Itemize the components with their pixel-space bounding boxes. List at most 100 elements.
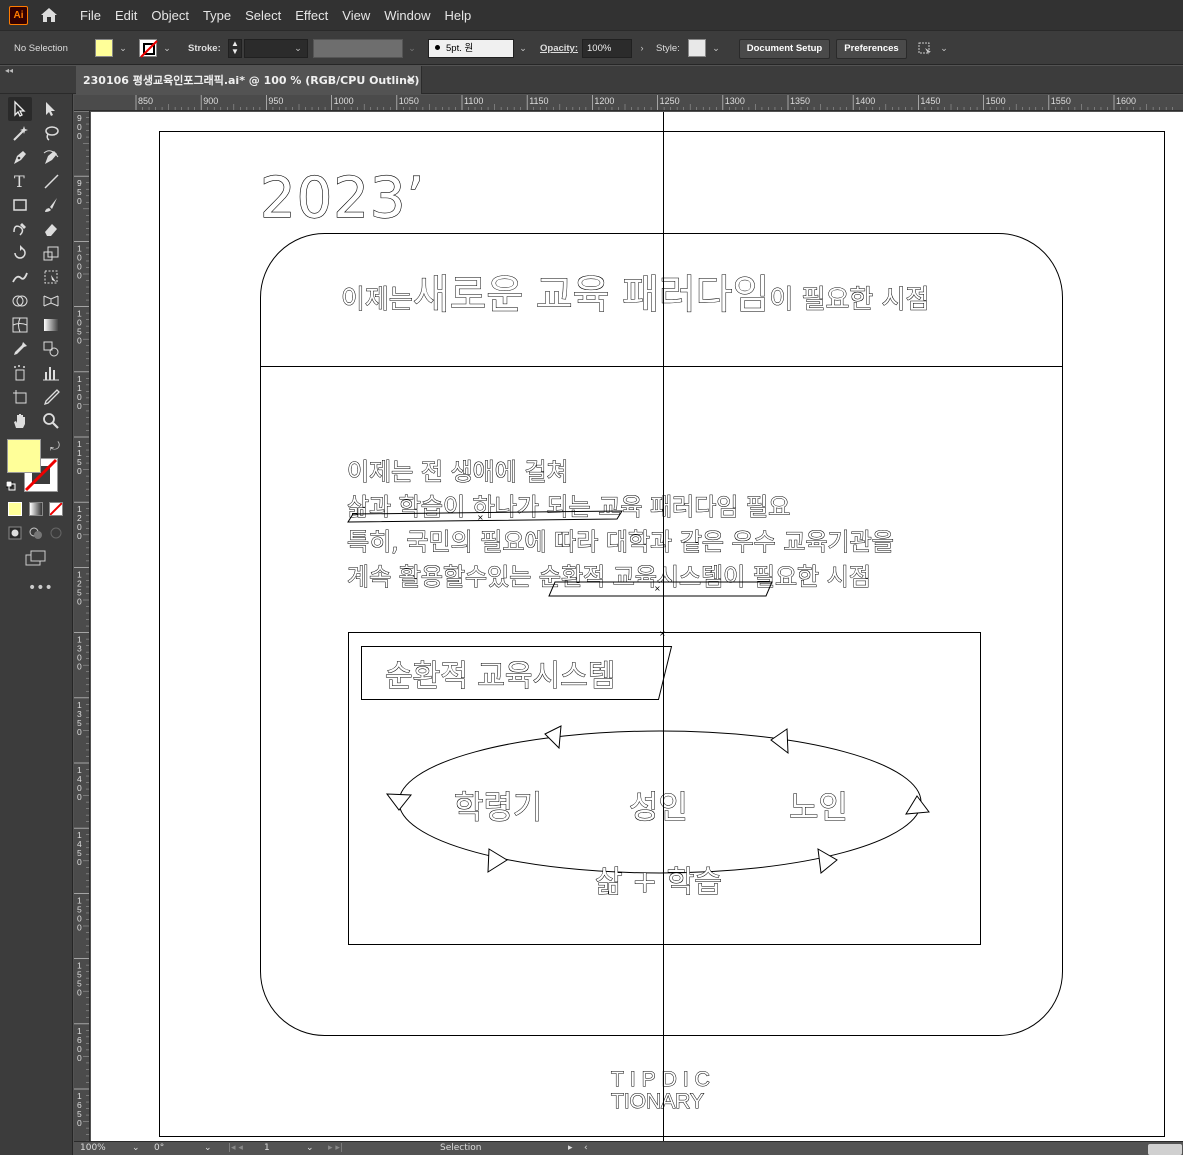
menu-object[interactable]: Object (151, 8, 189, 23)
lasso-tool-icon[interactable] (39, 121, 63, 145)
slice-tool-icon[interactable] (39, 385, 63, 409)
menu-file[interactable]: File (80, 8, 101, 23)
arrange-chevron-icon[interactable]: ⌄ (938, 41, 950, 55)
draw-behind-icon[interactable] (29, 526, 43, 540)
menu-view[interactable]: View (342, 8, 370, 23)
stroke-weight-stepper[interactable]: ▲ ▼ (228, 39, 242, 58)
stroke-swatch[interactable] (139, 39, 158, 58)
rectangle-tool-icon[interactable] (8, 193, 32, 217)
gradient-tool-icon[interactable] (39, 313, 63, 337)
cycle-label-senior[interactable]: 노인 (789, 788, 849, 827)
shaper-tool-icon[interactable] (8, 217, 32, 241)
ruler-label: 0 (77, 727, 82, 737)
brand-line-2[interactable]: TIONARY (611, 1090, 705, 1114)
zoom-tool-icon[interactable] (39, 409, 63, 433)
free-transform-tool-icon[interactable] (39, 265, 63, 289)
preferences-button[interactable]: Preferences (836, 39, 907, 59)
first-artboard-icon[interactable]: |◂ ◂ (228, 1143, 243, 1153)
symbol-sprayer-tool-icon[interactable] (8, 361, 32, 385)
graphic-style-swatch[interactable] (688, 39, 706, 57)
ruler-label: 950 (268, 96, 283, 106)
stroke-weight-chevron-icon[interactable]: ⌄ (292, 41, 304, 55)
brush-chevron-icon[interactable]: ⌄ (517, 41, 529, 55)
swap-colors-icon[interactable]: ⤾ (50, 439, 60, 454)
gradient-mode-icon[interactable] (29, 502, 43, 516)
rotation-chevron-icon[interactable]: ⌄ (204, 1143, 212, 1153)
artboard-chevron-icon[interactable]: ⌄ (306, 1143, 314, 1153)
direct-selection-tool-icon[interactable] (39, 97, 63, 121)
more-tools-icon[interactable]: ••• (28, 580, 53, 596)
menu-type[interactable]: Type (203, 8, 231, 23)
horizontal-scrollbar-thumb[interactable] (1148, 1144, 1182, 1155)
cycle-bottom-label[interactable]: 삶 + 학습 (595, 865, 723, 901)
menu-edit[interactable]: Edit (115, 8, 137, 23)
eraser-tool-icon[interactable] (39, 217, 63, 241)
collapse-panel-icon[interactable]: ◂◂ (5, 66, 13, 75)
opacity-input[interactable]: 100% (582, 39, 632, 58)
opacity-arrow-icon[interactable]: › (636, 41, 648, 55)
scale-tool-icon[interactable] (39, 241, 63, 265)
none-mode-icon[interactable] (49, 502, 63, 516)
body-line-3[interactable]: 특히, 국민의 필요에 따라 대학과 같은 우수 교육기관을 (347, 528, 895, 557)
style-chevron-icon[interactable]: ⌄ (710, 41, 722, 55)
type-tool-icon[interactable]: T (8, 169, 32, 193)
column-graph-tool-icon[interactable] (39, 361, 63, 385)
menu-help[interactable]: Help (444, 8, 471, 23)
artboard-tool-icon[interactable] (8, 385, 32, 409)
menu-effect[interactable]: Effect (295, 8, 328, 23)
fill-color-swatch[interactable] (7, 439, 41, 473)
perspective-grid-tool-icon[interactable] (39, 289, 63, 313)
blend-tool-icon[interactable] (39, 337, 63, 361)
body-line-2[interactable]: 삶과 학습이 하나가 되는 교육 패러다임 필요 (347, 493, 791, 522)
system-title[interactable]: 순환적 교육시스템 (385, 659, 616, 695)
default-colors-icon[interactable] (5, 480, 16, 491)
opacity-label[interactable]: Opacity: (540, 43, 578, 54)
document-tab[interactable]: 230106 평생교육인포그래픽.ai* @ 100 % (RGB/CPU Ou… (76, 66, 422, 94)
mesh-tool-icon[interactable] (8, 313, 32, 337)
last-artboard-icon[interactable]: ▸ ▸| (328, 1143, 343, 1153)
selection-tool-icon[interactable] (8, 97, 32, 121)
cycle-label-school-age[interactable]: 학령기 (454, 788, 543, 827)
shape-builder-tool-icon[interactable] (8, 289, 32, 313)
brush-definition[interactable]: 5pt. 원 (428, 39, 514, 58)
paintbrush-tool-icon[interactable] (39, 193, 63, 217)
menu-select[interactable]: Select (245, 8, 281, 23)
fill-swatch[interactable] (95, 39, 113, 57)
status-scroll-left-icon[interactable]: ‹ (584, 1143, 588, 1153)
curvature-tool-icon[interactable] (39, 145, 63, 169)
home-icon[interactable] (38, 4, 60, 26)
headline[interactable]: 이제는새로운 교육 패러다임이 필요한 시점 (341, 272, 930, 319)
stroke-dropdown-chevron-icon[interactable]: ⌄ (161, 41, 173, 55)
year-text[interactable]: 2023’ (259, 165, 425, 231)
pen-tool-icon[interactable] (8, 145, 32, 169)
profile-chevron-icon[interactable]: ⌄ (406, 41, 418, 55)
arrange-documents-icon[interactable] (916, 39, 934, 57)
hand-tool-icon[interactable] (8, 409, 32, 433)
menu-window[interactable]: Window (384, 8, 430, 23)
zoom-chevron-icon[interactable]: ⌄ (132, 1143, 140, 1153)
canvas[interactable]: 2023’ 이제는새로운 교육 패러다임이 필요한 시점 이제는 전 생애에 걸… (91, 112, 1183, 1141)
rotation-value[interactable]: 0° (154, 1143, 164, 1153)
fill-dropdown-chevron-icon[interactable]: ⌄ (117, 41, 129, 55)
magic-wand-tool-icon[interactable] (8, 121, 32, 145)
eyedropper-tool-icon[interactable] (8, 337, 32, 361)
document-setup-button[interactable]: Document Setup (739, 39, 830, 59)
color-mode-icon[interactable] (8, 502, 22, 516)
warp-tool-icon[interactable] (8, 265, 32, 289)
brush-value: 5pt. 원 (446, 43, 474, 54)
ruler-label: 1050 (399, 96, 419, 106)
line-tool-icon[interactable] (39, 169, 63, 193)
artboard-number[interactable]: 1 (264, 1143, 270, 1153)
draw-normal-icon[interactable] (8, 526, 22, 540)
draw-inside-icon[interactable] (49, 526, 63, 540)
body-line-4[interactable]: 계속 활용할수있는 순환적 교육시스템이 필요한 시점 (347, 563, 872, 592)
brush-dot-icon (435, 45, 440, 50)
rotate-tool-icon[interactable] (8, 241, 32, 265)
zoom-level[interactable]: 100% (80, 1143, 106, 1153)
screen-mode-icon[interactable] (25, 550, 47, 566)
body-line-1[interactable]: 이제는 전 생애에 걸쳐 (347, 458, 570, 487)
cycle-label-adult[interactable]: 성인 (629, 788, 689, 827)
variable-width-profile[interactable] (313, 39, 403, 58)
close-tab-icon[interactable]: × (406, 72, 416, 86)
status-arrow-icon[interactable]: ▸ (568, 1143, 573, 1153)
